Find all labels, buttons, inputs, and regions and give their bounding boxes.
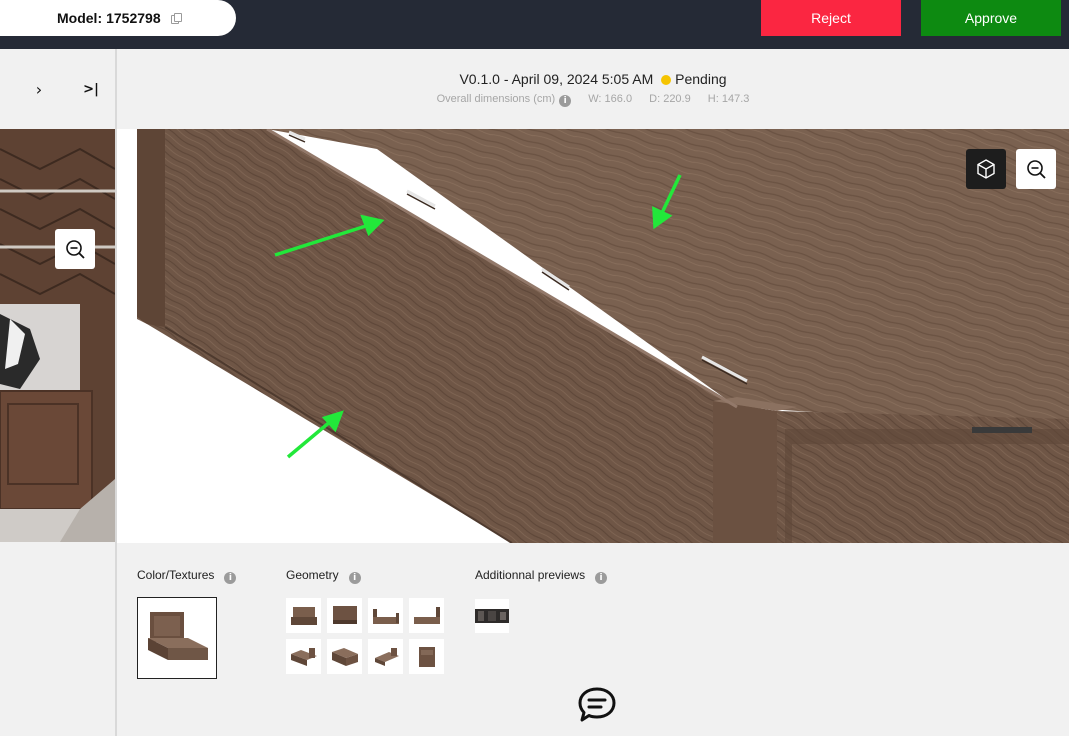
- dimension-depth: D: 220.9: [649, 93, 691, 105]
- dimensions-line: Overall dimensions (cm) i W: 166.0 D: 220…: [117, 93, 1069, 107]
- left-preview-panel: › >|: [0, 49, 116, 736]
- info-icon[interactable]: i: [224, 572, 237, 584]
- geometry-thumbnail[interactable]: [368, 598, 403, 633]
- approve-button[interactable]: Approve: [921, 0, 1061, 36]
- copy-icon[interactable]: [170, 13, 182, 24]
- geometry-heading: Geometry i: [286, 568, 361, 584]
- geometry-thumbnail[interactable]: [409, 639, 444, 674]
- top-bar: Model: 1752798 Reject Approve: [0, 0, 1069, 49]
- additional-previews-label: Additionnal previews: [475, 568, 586, 582]
- version-text: V0.1.0 - April 09, 2024 5:05 AM: [459, 71, 654, 87]
- 3d-cube-icon: [977, 159, 995, 179]
- geometry-thumbnails: [286, 598, 444, 674]
- previews-section: Color/Textures i Geometry i Additionnal pr…: [117, 543, 1069, 736]
- info-icon[interactable]: i: [348, 572, 361, 584]
- bed-render-image: [117, 129, 1069, 543]
- previous-render-thumbnail: [0, 129, 115, 542]
- reject-button[interactable]: Reject: [761, 0, 901, 36]
- bed-thumbnail-image: [148, 612, 208, 660]
- zoom-out-icon: [66, 240, 85, 259]
- status-dot: [661, 75, 672, 85]
- 3d-view-button[interactable]: [966, 149, 1006, 189]
- status-badge: Pending: [675, 71, 727, 87]
- model-id-pill: Model: 1752798: [0, 0, 236, 36]
- model-label: Model:: [57, 10, 103, 26]
- main-render-viewer[interactable]: [117, 129, 1069, 543]
- zoom-out-button-main[interactable]: [1016, 149, 1056, 189]
- zoom-out-button-left[interactable]: [55, 229, 95, 269]
- color-texture-thumbnail[interactable]: [137, 597, 217, 679]
- last-page-icon[interactable]: >|: [81, 80, 101, 100]
- geometry-thumbnail[interactable]: [409, 598, 444, 633]
- geometry-thumbnail[interactable]: [286, 639, 321, 674]
- dimensions-label: Overall dimensions (cm): [436, 93, 556, 105]
- info-icon[interactable]: i: [595, 572, 608, 584]
- dimension-height: H: 147.3: [707, 93, 750, 105]
- version-header: V0.1.0 - April 09, 2024 5:05 AM Pending …: [117, 49, 1069, 129]
- geometry-thumbnail[interactable]: [368, 639, 403, 674]
- geometry-thumbnail[interactable]: [327, 598, 362, 633]
- chat-button[interactable]: [576, 686, 618, 726]
- color-textures-heading: Color/Textures i: [137, 568, 237, 584]
- next-arrow-icon[interactable]: ›: [29, 80, 49, 100]
- additional-previews-heading: Additionnal previews i: [475, 568, 608, 584]
- zoom-out-icon: [1027, 160, 1046, 179]
- geometry-thumbnail[interactable]: [286, 598, 321, 633]
- model-id: 1752798: [106, 10, 161, 26]
- geometry-label: Geometry: [286, 568, 339, 582]
- additional-preview-thumbnail[interactable]: [475, 599, 509, 633]
- geometry-thumbnail[interactable]: [327, 639, 362, 674]
- chat-bubble-icon: [578, 687, 616, 722]
- preview-strip-image: [475, 609, 509, 623]
- info-icon[interactable]: i: [559, 95, 572, 107]
- color-textures-label: Color/Textures: [137, 568, 215, 582]
- version-line: V0.1.0 - April 09, 2024 5:05 AM Pending: [117, 71, 1069, 87]
- dimension-width: W: 166.0: [588, 93, 633, 105]
